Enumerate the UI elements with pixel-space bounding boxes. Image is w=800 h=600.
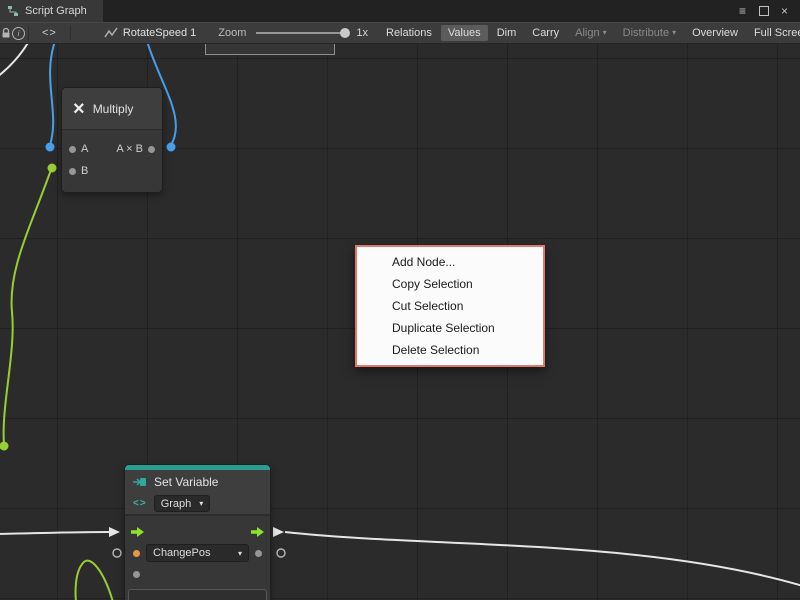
port-input-b[interactable] [69, 168, 76, 175]
graph-toolbar: i <> RotateSpeed 1 Zoom 1x Relations Val… [0, 22, 800, 44]
multiply-node-title: Multiply [93, 102, 134, 116]
flow-input-port[interactable] [131, 527, 144, 537]
tab-script-graph[interactable]: Script Graph [0, 0, 103, 22]
menu-item-cut-selection[interactable]: Cut Selection [357, 295, 543, 317]
code-view-icon[interactable]: <> [32, 25, 67, 41]
menu-item-copy-selection[interactable]: Copy Selection [357, 273, 543, 295]
distribute-dropdown-button[interactable]: Distribute▾ [616, 25, 683, 41]
multiply-row-b: B [62, 160, 162, 182]
wire-green-endpoint [0, 442, 9, 451]
port-label-b: B [81, 165, 88, 177]
variable-row: ChangePos ▾ [125, 545, 270, 561]
multiply-icon: × [73, 99, 85, 119]
wire-blue-endpoint [167, 143, 176, 152]
port-output[interactable] [148, 146, 155, 153]
port-variable-input[interactable] [133, 550, 140, 557]
port-circle-left [113, 549, 121, 557]
wire-blue-left [50, 44, 55, 145]
graph-zigzag-icon [104, 27, 118, 39]
window-controls: ≡ × [735, 0, 800, 22]
chevron-down-icon: ▾ [199, 499, 203, 508]
flow-output-port[interactable] [251, 527, 264, 537]
toolbar-divider [28, 26, 29, 40]
menu-item-duplicate-selection[interactable]: Duplicate Selection [357, 317, 543, 339]
window-close-icon[interactable]: × [777, 0, 792, 22]
wire-white-flow-in [0, 532, 109, 534]
port-input-a[interactable] [69, 146, 76, 153]
zoom-value: 1x [356, 27, 368, 39]
chevron-down-icon: ▾ [238, 549, 242, 558]
align-dropdown-button[interactable]: Align▾ [568, 25, 613, 41]
set-variable-subheader: <> Graph ▾ [125, 493, 270, 514]
flow-out-arrow [273, 527, 284, 537]
variable-dropdown[interactable]: ChangePos ▾ [146, 544, 249, 562]
node-inline-value[interactable] [128, 589, 267, 600]
menu-item-add-node[interactable]: Add Node... [357, 251, 543, 273]
unity-script-graph-window: Script Graph ≡ × i <> RotateSpeed 1 Zoo [0, 0, 800, 600]
lock-icon[interactable] [0, 27, 12, 39]
wire-green-long [4, 167, 52, 444]
set-variable-icon [133, 476, 147, 488]
script-graph-icon [7, 5, 19, 17]
zoom-slider[interactable] [256, 26, 348, 40]
menu-item-delete-selection[interactable]: Delete Selection [357, 339, 543, 361]
graph-name: RotateSpeed 1 [123, 27, 196, 39]
dim-button[interactable]: Dim [490, 25, 524, 41]
wire-green-endpoint [48, 164, 57, 173]
zoom-slider-knob[interactable] [340, 28, 350, 38]
info-icon[interactable]: i [12, 27, 25, 40]
value-row [133, 566, 140, 582]
scope-dropdown[interactable]: Graph ▾ [154, 495, 211, 512]
set-variable-header[interactable]: Set Variable [125, 470, 270, 493]
toolbar-divider [70, 26, 71, 40]
context-menu: Add Node... Copy Selection Cut Selection… [355, 245, 545, 367]
wire-blue-endpoint [46, 143, 55, 152]
overview-button[interactable]: Overview [685, 25, 745, 41]
graph-canvas[interactable]: × Multiply A A × B B [0, 44, 800, 600]
scope-value: Graph [161, 498, 192, 510]
graph-scope-icon: <> [133, 498, 147, 509]
variable-name: ChangePos [153, 547, 211, 559]
window-restore-icon[interactable] [756, 0, 771, 23]
set-variable-title: Set Variable [154, 475, 218, 489]
window-menu-icon[interactable]: ≡ [735, 0, 750, 22]
carry-button[interactable]: Carry [525, 25, 566, 41]
flow-row [125, 524, 270, 540]
port-value-input[interactable] [133, 571, 140, 578]
wire-white-flow-out [285, 532, 800, 586]
zoom-slider-track[interactable] [256, 32, 348, 34]
port-circle-right [277, 549, 285, 557]
values-button[interactable]: Values [441, 25, 488, 41]
flow-in-arrow [109, 527, 120, 537]
port-variable-output[interactable] [255, 550, 262, 557]
wire-green-hook [76, 561, 113, 600]
tab-title: Script Graph [25, 5, 87, 17]
graph-breadcrumb[interactable]: RotateSpeed 1 [104, 27, 196, 39]
relations-button[interactable]: Relations [379, 25, 439, 41]
chevron-down-icon: ▾ [672, 28, 676, 37]
fullscreen-button[interactable]: Full Screen [747, 25, 800, 41]
set-variable-node[interactable]: Set Variable <> Graph ▾ [125, 465, 270, 600]
chevron-down-icon: ▾ [603, 28, 607, 37]
zoom-label: Zoom [218, 27, 246, 39]
multiply-node-header[interactable]: × Multiply [62, 88, 162, 130]
wire-white-topleft [0, 44, 29, 77]
titlebar: Script Graph ≡ × [0, 0, 800, 22]
port-label-output: A × B [116, 143, 143, 155]
node-divider [125, 514, 270, 516]
clipped-node[interactable] [205, 44, 335, 55]
multiply-node[interactable]: × Multiply A A × B B [62, 88, 162, 192]
multiply-row-a: A A × B [62, 138, 162, 160]
port-label-a: A [81, 143, 88, 155]
